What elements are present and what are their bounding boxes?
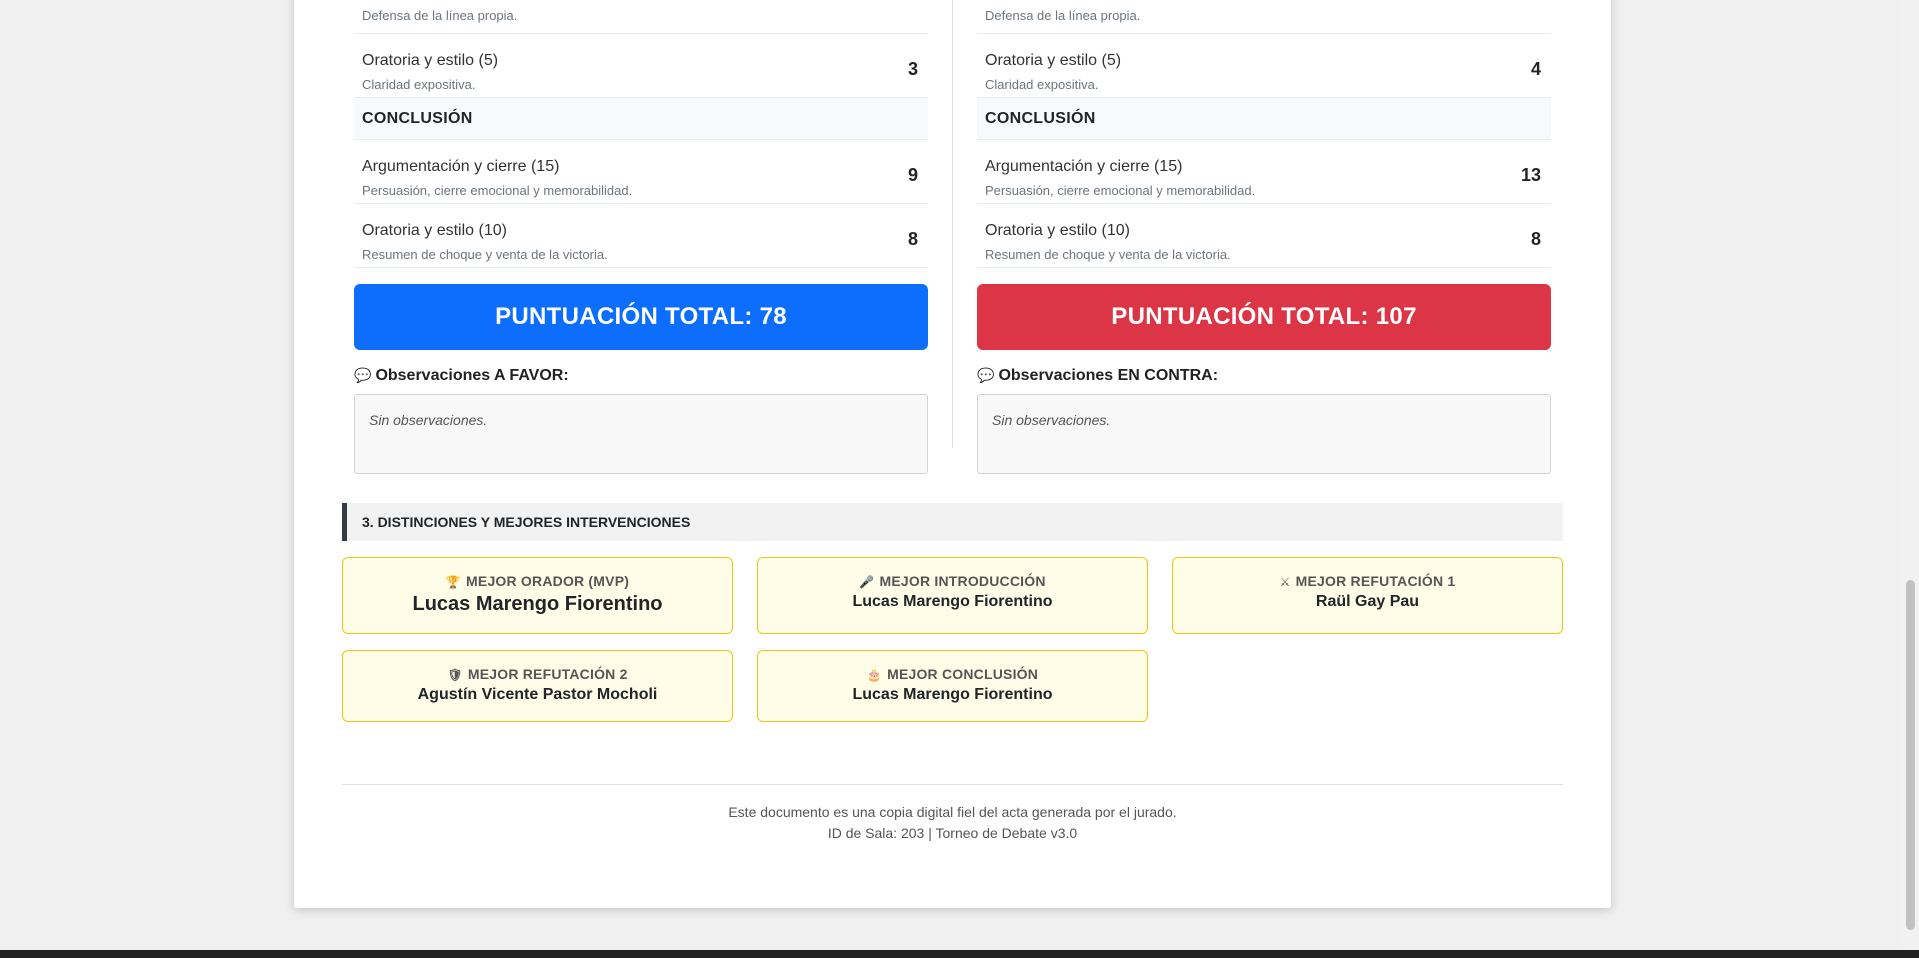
award-winner: Lucas Marengo Fiorentino — [852, 686, 1053, 703]
award-card-refutation-1: ⚔ MEJOR REFUTACIÓN 1 Raül Gay Pau — [1172, 557, 1563, 634]
speech-bubble-icon: 💬 — [977, 367, 995, 383]
award-card-refutation-2: 🛡 MEJOR REFUTACIÓN 2 Agustín Vicente Past… — [342, 650, 733, 722]
criterion-label: Argumentación y cierre (15) — [362, 158, 560, 175]
total-score-banner: PUNTUACIÓN TOTAL: 107 — [977, 284, 1551, 350]
footer-divider — [342, 784, 1563, 785]
observations-label: 💬 Observaciones A FAVOR: — [354, 367, 928, 387]
crossed-swords-icon: ⚔ — [1279, 575, 1291, 589]
total-score-banner: PUNTUACIÓN TOTAL: 78 — [354, 284, 928, 350]
criterion-score: 8 — [907, 229, 918, 249]
team-en-contra-column: Defensa de la línea propia. 4 Oratoria y… — [977, 0, 1551, 474]
footer-room-id: ID de Sala: 203 | Torneo de Debate v3.0 — [827, 825, 1078, 841]
cake-icon: 🎂 — [866, 668, 883, 682]
award-winner: Raül Gay Pau — [1315, 593, 1420, 610]
scrollbar-thumb[interactable] — [1906, 580, 1915, 930]
observations-label-text: Observaciones A FAVOR: — [375, 367, 569, 384]
award-card-conclusion: 🎂 MEJOR CONCLUSIÓN Lucas Marengo Fiorenti… — [757, 650, 1148, 722]
award-winner: Agustín Vicente Pastor Mocholi — [417, 686, 658, 703]
criterion-label: Oratoria y estilo (10) — [985, 222, 1130, 239]
section-heading-conclusion: CONCLUSIÓN — [977, 98, 1551, 140]
taskbar-edge — [0, 950, 1919, 958]
award-title-text: MEJOR REFUTACIÓN 2 — [467, 666, 628, 682]
criterion-score: 8 — [1530, 229, 1541, 249]
scrollbar[interactable] — [1902, 0, 1919, 958]
criterion-score: 4 — [1530, 59, 1541, 79]
observations-label: 💬 Observaciones EN CONTRA: — [977, 367, 1551, 387]
award-title: 🛡 MEJOR REFUTACIÓN 2 — [343, 666, 732, 682]
criterion-score: 13 — [1520, 165, 1541, 185]
footer-note: Este documento es una copia digital fiel… — [728, 804, 1177, 820]
award-title-text: MEJOR ORADOR (MVP) — [466, 573, 630, 589]
criterion-description: Defensa de la línea propia. — [985, 8, 1141, 23]
award-winner: Lucas Marengo Fiorentino — [852, 593, 1053, 610]
award-title: 🎂 MEJOR CONCLUSIÓN — [758, 666, 1147, 682]
criterion-score: 3 — [907, 59, 918, 79]
award-title: 🎤 MEJOR INTRODUCCIÓN — [758, 573, 1147, 589]
document-footer: Este documento es una copia digital fiel… — [342, 802, 1563, 844]
observations-label-text: Observaciones EN CONTRA: — [998, 367, 1219, 384]
criterion-row: Defensa de la línea propia. 3 — [354, 0, 928, 34]
observations-box: Sin observaciones. — [354, 394, 928, 474]
criterion-description: Claridad expositiva. — [362, 77, 476, 92]
award-winner: Lucas Marengo Fiorentino — [412, 593, 663, 615]
column-divider — [952, 0, 953, 448]
criterion-label: Oratoria y estilo (5) — [985, 52, 1122, 69]
award-card-introduction: 🎤 MEJOR INTRODUCCIÓN Lucas Marengo Fioren… — [757, 557, 1148, 634]
criterion-description: Persuasión, cierre emocional y memorabil… — [985, 183, 1256, 198]
award-title-text: MEJOR CONCLUSIÓN — [887, 666, 1039, 682]
section-heading-conclusion: CONCLUSIÓN — [354, 98, 928, 140]
team-a-favor-column: Defensa de la línea propia. 3 Oratoria y… — [354, 0, 928, 474]
criterion-score: 9 — [907, 165, 918, 185]
observations-box: Sin observaciones. — [977, 394, 1551, 474]
criterion-description: Defensa de la línea propia. — [362, 8, 518, 23]
acta-document: Defensa de la línea propia. 3 Oratoria y… — [294, 0, 1611, 908]
criterion-row: Oratoria y estilo (10) Resumen de choque… — [977, 204, 1551, 268]
award-card-mvp: 🏆 MEJOR ORADOR (MVP) Lucas Marengo Fioren… — [342, 557, 733, 634]
distinctions-heading: 3. DISTINCIONES Y MEJORES INTERVENCIONES — [342, 503, 1563, 541]
shield-icon: 🛡 — [447, 668, 463, 682]
speech-bubble-icon: 💬 — [354, 367, 372, 383]
award-title: ⚔ MEJOR REFUTACIÓN 1 — [1173, 573, 1562, 589]
criterion-description: Resumen de choque y venta de la victoria… — [985, 247, 1231, 262]
criterion-label: Oratoria y estilo (5) — [362, 52, 499, 69]
microphone-icon: 🎤 — [859, 575, 875, 589]
trophy-icon: 🏆 — [445, 575, 462, 589]
award-title-text: MEJOR INTRODUCCIÓN — [879, 573, 1046, 589]
criterion-description: Persuasión, cierre emocional y memorabil… — [362, 183, 633, 198]
award-title: 🏆 MEJOR ORADOR (MVP) — [343, 573, 732, 589]
criterion-label: Argumentación y cierre (15) — [985, 158, 1183, 175]
criterion-row: Argumentación y cierre (15) Persuasión, … — [977, 140, 1551, 204]
criterion-label: Oratoria y estilo (10) — [362, 222, 507, 239]
criterion-row: Argumentación y cierre (15) Persuasión, … — [354, 140, 928, 204]
criterion-row: Defensa de la línea propia. 4 — [977, 0, 1551, 34]
criterion-row: Oratoria y estilo (5) Claridad expositiv… — [977, 34, 1551, 98]
criterion-description: Resumen de choque y venta de la victoria… — [362, 247, 608, 262]
criterion-description: Claridad expositiva. — [985, 77, 1099, 92]
award-title-text: MEJOR REFUTACIÓN 1 — [1295, 573, 1456, 589]
criterion-row: Oratoria y estilo (10) Resumen de choque… — [354, 204, 928, 268]
criterion-row: Oratoria y estilo (5) Claridad expositiv… — [354, 34, 928, 98]
